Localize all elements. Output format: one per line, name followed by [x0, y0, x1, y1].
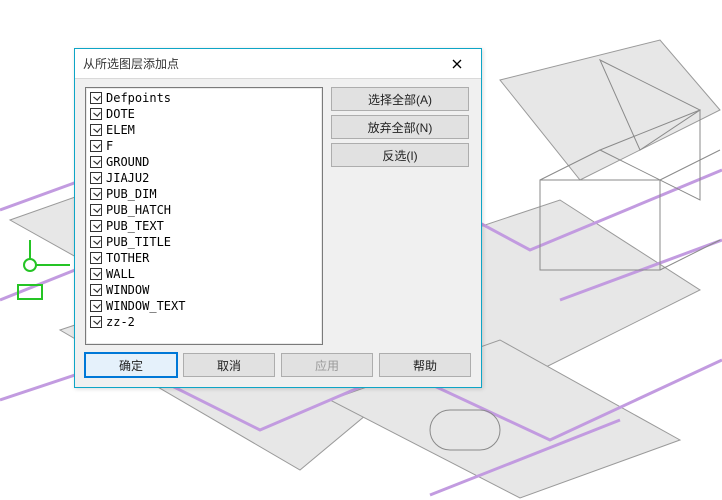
layer-checkbox[interactable] — [90, 108, 102, 120]
layer-name-label: PUB_DIM — [106, 186, 157, 202]
layer-name-label: zz-2 — [106, 314, 135, 330]
layer-row[interactable]: WALL — [90, 266, 323, 282]
layer-name-label: PUB_TITLE — [106, 234, 171, 250]
layer-checkbox[interactable] — [90, 316, 102, 328]
layer-name-label: WINDOW_TEXT — [106, 298, 185, 314]
layer-checkbox[interactable] — [90, 236, 102, 248]
layer-row[interactable]: Defpoints — [90, 90, 323, 106]
cancel-button[interactable]: 取消 — [183, 353, 275, 377]
layer-checkbox[interactable] — [90, 204, 102, 216]
layer-name-label: TOTHER — [106, 250, 149, 266]
layers-listbox[interactable]: DefpointsDOTEELEMFGROUNDJIAJU2PUB_DIMPUB… — [85, 87, 323, 345]
layer-name-label: PUB_HATCH — [106, 202, 171, 218]
ok-button[interactable]: 确定 — [85, 353, 177, 377]
layer-checkbox[interactable] — [90, 284, 102, 296]
layer-row[interactable]: GROUND — [90, 154, 323, 170]
layer-checkbox[interactable] — [90, 140, 102, 152]
layer-row[interactable]: TOTHER — [90, 250, 323, 266]
layer-row[interactable]: JIAJU2 — [90, 170, 323, 186]
layer-row[interactable]: zz-2 — [90, 314, 323, 330]
layer-checkbox[interactable] — [90, 268, 102, 280]
layer-checkbox[interactable] — [90, 188, 102, 200]
select-all-button[interactable]: 选择全部(A) — [331, 87, 469, 111]
invert-button[interactable]: 反选(I) — [331, 143, 469, 167]
apply-button[interactable]: 应用 — [281, 353, 373, 377]
layer-name-label: Defpoints — [106, 90, 171, 106]
layers-list-inner: DefpointsDOTEELEMFGROUNDJIAJU2PUB_DIMPUB… — [86, 88, 323, 332]
layer-row[interactable]: PUB_HATCH — [90, 202, 323, 218]
layer-checkbox[interactable] — [90, 300, 102, 312]
layer-name-label: WINDOW — [106, 282, 149, 298]
layer-name-label: JIAJU2 — [106, 170, 149, 186]
layer-row[interactable]: F — [90, 138, 323, 154]
layer-checkbox[interactable] — [90, 92, 102, 104]
help-button[interactable]: 帮助 — [379, 353, 471, 377]
close-button[interactable] — [437, 52, 477, 76]
layer-checkbox[interactable] — [90, 124, 102, 136]
dialog-title: 从所选图层添加点 — [83, 55, 437, 72]
layer-name-label: PUB_TEXT — [106, 218, 164, 234]
clear-all-button[interactable]: 放弃全部(N) — [331, 115, 469, 139]
layer-checkbox[interactable] — [90, 172, 102, 184]
dialog-titlebar: 从所选图层添加点 — [75, 49, 481, 79]
layer-row[interactable]: DOTE — [90, 106, 323, 122]
add-points-from-layers-dialog: 从所选图层添加点 DefpointsDOTEELEMFGROUNDJIAJU2P… — [74, 48, 482, 388]
layer-row[interactable]: PUB_TEXT — [90, 218, 323, 234]
layer-row[interactable]: PUB_TITLE — [90, 234, 323, 250]
layer-name-label: WALL — [106, 266, 135, 282]
layer-row[interactable]: WINDOW — [90, 282, 323, 298]
layer-checkbox[interactable] — [90, 220, 102, 232]
layer-checkbox[interactable] — [90, 252, 102, 264]
layer-row[interactable]: WINDOW_TEXT — [90, 298, 323, 314]
selection-buttons-group: 选择全部(A) 放弃全部(N) 反选(I) — [331, 87, 471, 167]
layer-name-label: DOTE — [106, 106, 135, 122]
layer-name-label: ELEM — [106, 122, 135, 138]
layer-row[interactable]: PUB_DIM — [90, 186, 323, 202]
dialog-button-bar: 确定 取消 应用 帮助 — [85, 353, 471, 377]
close-icon — [452, 59, 462, 69]
layer-row[interactable]: ELEM — [90, 122, 323, 138]
dialog-client-area: DefpointsDOTEELEMFGROUNDJIAJU2PUB_DIMPUB… — [75, 79, 481, 387]
layer-name-label: GROUND — [106, 154, 149, 170]
layer-checkbox[interactable] — [90, 156, 102, 168]
layer-name-label: F — [106, 138, 113, 154]
